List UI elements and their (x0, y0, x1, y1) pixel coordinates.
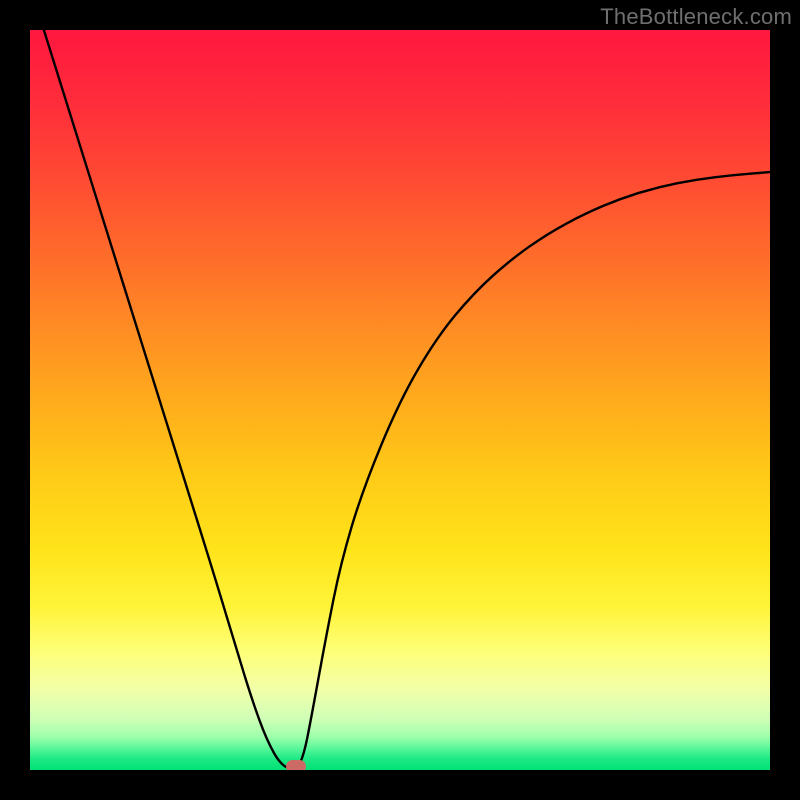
curve-layer (30, 30, 770, 770)
bottleneck-curve (30, 30, 770, 769)
plot-area (30, 30, 770, 770)
watermark-text: TheBottleneck.com (600, 4, 792, 30)
minimum-marker (286, 760, 306, 770)
